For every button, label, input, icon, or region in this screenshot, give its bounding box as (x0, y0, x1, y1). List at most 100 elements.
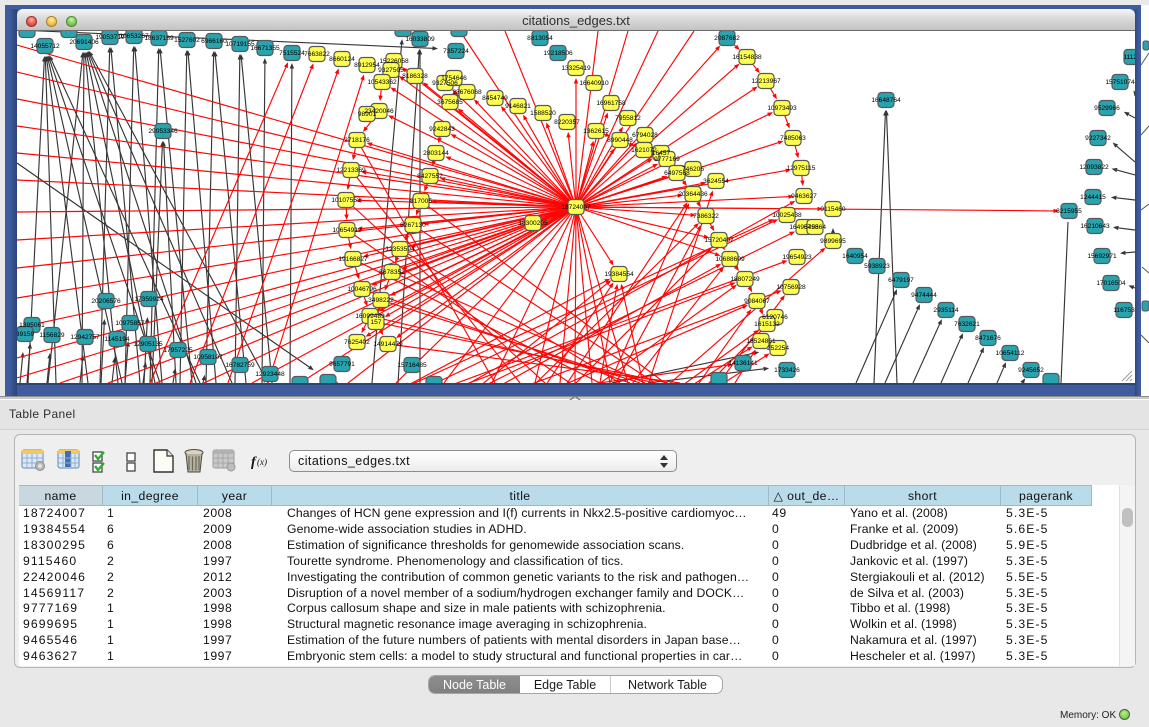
svg-text:17016504: 17016504 (1096, 280, 1126, 287)
svg-text:1145194: 1145194 (104, 336, 130, 343)
svg-text:8990448: 8990448 (607, 137, 633, 144)
svg-text:1156829: 1156829 (39, 332, 65, 339)
svg-text:19654923: 19654923 (782, 254, 812, 261)
svg-text:16782759: 16782759 (225, 362, 255, 369)
svg-text:10046796: 10046796 (347, 286, 377, 293)
svg-text:7625402: 7625402 (344, 339, 370, 346)
svg-text:9227342: 9227342 (1085, 135, 1111, 142)
svg-text:8215955: 8215955 (1056, 208, 1082, 215)
svg-text:8454749: 8454749 (482, 95, 508, 102)
svg-text:3498222: 3498222 (368, 297, 394, 304)
svg-text:9242843: 9242843 (429, 126, 455, 133)
svg-text:9529966: 9529966 (1094, 105, 1120, 112)
svg-text:9657791: 9657791 (329, 361, 355, 368)
svg-text:20364436: 20364436 (678, 191, 708, 198)
svg-text:3624554: 3624554 (703, 178, 729, 185)
svg-text:10688609: 10688609 (715, 256, 745, 263)
svg-text:16961758: 16961758 (596, 100, 626, 107)
svg-text:8471676: 8471676 (975, 335, 1001, 342)
svg-text:8427552: 8427552 (417, 173, 443, 180)
svg-text:7357224: 7357224 (443, 48, 469, 55)
svg-text:12093822: 12093822 (1079, 164, 1109, 171)
svg-text:7515524: 7515524 (279, 50, 305, 57)
svg-text:7386322: 7386322 (693, 213, 719, 220)
svg-text:8186328: 8186328 (402, 73, 428, 80)
svg-text:15692971: 15692971 (1087, 253, 1117, 260)
svg-text:15751074: 15751074 (1105, 79, 1135, 86)
svg-text:16640910: 16640910 (579, 80, 609, 87)
svg-text:7485063: 7485063 (780, 135, 806, 142)
svg-text:10025438: 10025438 (772, 212, 802, 219)
svg-text:6794028: 6794028 (632, 132, 658, 139)
svg-text:7632621: 7632621 (954, 321, 980, 328)
svg-text:17957225: 17957225 (163, 347, 193, 354)
svg-text:98901: 98901 (358, 111, 377, 118)
svg-text:9463627: 9463627 (791, 193, 817, 200)
svg-text:16210643: 16210643 (1080, 223, 1110, 230)
svg-text:18300295: 18300295 (518, 220, 548, 227)
svg-text:12353594: 12353594 (385, 246, 415, 253)
svg-text:12923448: 12923448 (255, 371, 285, 378)
svg-text:11124: 11124 (1123, 54, 1135, 61)
svg-text:2087682: 2087682 (714, 35, 740, 42)
svg-text:15720407: 15720407 (704, 237, 734, 244)
svg-text:10973493: 10973493 (767, 105, 797, 112)
svg-text:7663822: 7663822 (304, 51, 330, 58)
svg-text:15226058: 15226058 (379, 58, 409, 65)
svg-text:(x): (x) (257, 457, 267, 467)
svg-text:1527602: 1527602 (174, 37, 200, 44)
svg-text:12905135: 12905135 (133, 341, 163, 348)
svg-text:1588520: 1588520 (530, 110, 556, 117)
svg-text:16033809: 16033809 (405, 36, 435, 43)
svg-text:10107553: 10107553 (331, 197, 361, 204)
svg-text:14136141: 14136141 (728, 360, 758, 367)
svg-text:16648764: 16648764 (871, 97, 901, 104)
svg-text:18724007: 18724007 (561, 204, 591, 211)
svg-text:6120746: 6120746 (762, 314, 788, 321)
svg-text:23676068: 23676068 (452, 89, 482, 96)
svg-text:10654112: 10654112 (996, 350, 1025, 357)
svg-text:6966160: 6966160 (201, 38, 227, 45)
svg-text:2935114: 2935114 (933, 307, 959, 314)
svg-text:9115460: 9115460 (820, 206, 846, 213)
svg-text:20206576: 20206576 (91, 298, 121, 305)
svg-text:746206: 746206 (682, 166, 704, 173)
svg-text:10975857: 10975857 (115, 320, 145, 327)
svg-text:10756928: 10756928 (776, 284, 806, 291)
svg-text:9327505: 9327505 (378, 67, 404, 74)
svg-text:1395061: 1395061 (19, 322, 45, 329)
svg-text:8912954: 8912954 (354, 62, 380, 69)
svg-text:39159: 39159 (17, 331, 34, 338)
svg-text:19384554: 19384554 (604, 271, 634, 278)
svg-text:8660124: 8660124 (329, 56, 355, 63)
svg-text:3675685: 3675685 (437, 99, 463, 106)
svg-text:1362615: 1362615 (583, 128, 609, 135)
svg-text:6479197: 6479197 (888, 277, 914, 284)
svg-text:12213967: 12213967 (751, 78, 781, 85)
svg-text:9245652: 9245652 (1018, 367, 1044, 374)
svg-text:19166827: 19166827 (338, 256, 368, 263)
svg-text:1615132: 1615132 (754, 321, 780, 328)
svg-text:1733426: 1733426 (774, 367, 800, 374)
svg-text:10654912: 10654912 (332, 227, 362, 234)
svg-text:12942757: 12942757 (70, 334, 100, 341)
svg-text:10958107: 10958107 (193, 354, 223, 361)
svg-text:649564: 649564 (804, 224, 826, 231)
svg-text:9777169: 9777169 (654, 156, 680, 163)
svg-text:14914479: 14914479 (373, 341, 403, 348)
svg-text:8678352: 8678352 (379, 269, 405, 276)
svg-text:18524861: 18524861 (746, 338, 776, 345)
svg-text:19218506: 19218506 (543, 50, 573, 57)
svg-text:7955812: 7955812 (615, 115, 641, 122)
svg-text:16671355: 16671355 (250, 45, 280, 52)
svg-text:9084067: 9084067 (744, 298, 770, 305)
svg-text:9146821: 9146821 (505, 103, 531, 110)
svg-text:18807249: 18807249 (730, 276, 760, 283)
svg-text:18637189: 18637189 (144, 35, 174, 42)
svg-text:9474444: 9474444 (911, 292, 937, 299)
svg-text:5938923: 5938923 (864, 263, 890, 270)
svg-text:1640954: 1640954 (842, 253, 868, 260)
svg-text:14055712: 14055712 (30, 43, 60, 50)
svg-text:12213369: 12213369 (336, 167, 366, 174)
svg-text:13325419: 13325419 (561, 65, 591, 72)
